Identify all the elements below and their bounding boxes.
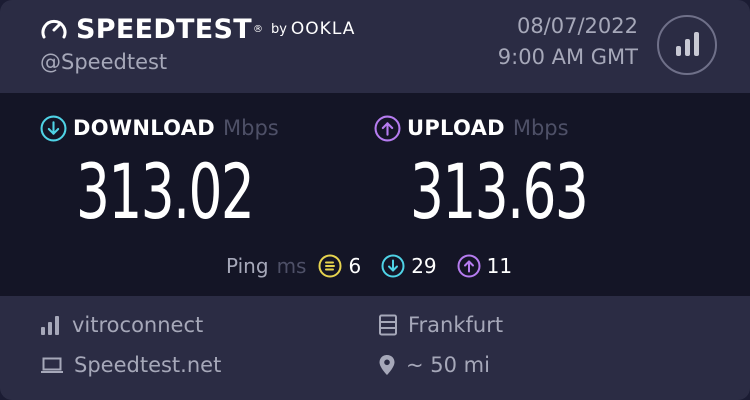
upload-arrow-icon xyxy=(374,115,401,141)
server-icon xyxy=(379,314,397,336)
idle-latency-value: 6 xyxy=(348,254,362,278)
laptop-icon xyxy=(41,357,63,373)
download-speed-value: 313.02 xyxy=(76,147,255,236)
download-label: DOWNLOAD xyxy=(73,116,216,140)
registered-mark: ® xyxy=(252,23,263,35)
ping-row: Ping ms 6 29 11 xyxy=(226,253,532,279)
idle-latency-icon xyxy=(318,254,342,278)
map-pin-icon xyxy=(379,355,395,375)
gauge-icon xyxy=(41,19,67,39)
download-arrow-icon xyxy=(40,115,67,141)
test-time: 9:00 AM GMT xyxy=(497,45,638,69)
distance-info: ~ 50 mi xyxy=(378,353,490,377)
download-metric: DOWNLOAD Mbps 313.02 xyxy=(40,113,279,236)
speedtest-logo[interactable]: SPEEDTEST ® by OOKLA xyxy=(40,12,355,46)
signal-bar-icon xyxy=(684,39,690,56)
upload-metric: UPLOAD Mbps 313.63 xyxy=(374,113,589,236)
signal-bar-icon xyxy=(693,32,699,56)
twitter-handle[interactable]: @Speedtest xyxy=(40,50,167,74)
connection-info: vitroconnect Speedtest.net Frankfurt ~ 5… xyxy=(0,296,750,400)
upload-label: UPLOAD xyxy=(407,116,505,140)
ping-label: Ping xyxy=(226,254,269,278)
server-info: Frankfurt xyxy=(378,313,503,337)
header: SPEEDTEST ® by OOKLA @Speedtest 08/07/20… xyxy=(0,0,750,93)
download-unit: Mbps xyxy=(223,116,279,140)
by-text: by xyxy=(270,21,287,37)
brand-name: SPEEDTEST xyxy=(76,13,252,45)
signal-bar-icon xyxy=(675,46,681,56)
test-date: 08/07/2022 xyxy=(516,14,638,38)
server-location: Frankfurt xyxy=(408,313,504,337)
upload-latency-icon xyxy=(457,254,481,278)
site-name[interactable]: Speedtest.net xyxy=(74,353,221,377)
download-latency-value: 29 xyxy=(411,254,437,278)
upload-speed-value: 313.63 xyxy=(410,147,589,236)
server-distance: ~ 50 mi xyxy=(406,353,490,377)
signal-icon xyxy=(41,316,59,335)
results-panel: DOWNLOAD Mbps 313.02 UPLOAD Mbps 313.63 … xyxy=(0,93,750,296)
upload-latency-value: 11 xyxy=(486,254,513,278)
ping-unit: ms xyxy=(276,254,307,278)
ookla-logo: OOKLA xyxy=(290,19,356,39)
site-info: Speedtest.net xyxy=(40,353,221,377)
speedtest-result-card: SPEEDTEST ® by OOKLA @Speedtest 08/07/20… xyxy=(0,0,750,400)
results-button[interactable] xyxy=(657,15,717,75)
isp-info: vitroconnect xyxy=(40,313,203,337)
upload-unit: Mbps xyxy=(512,116,569,140)
isp-name: vitroconnect xyxy=(72,313,204,337)
download-latency-icon xyxy=(381,254,405,278)
